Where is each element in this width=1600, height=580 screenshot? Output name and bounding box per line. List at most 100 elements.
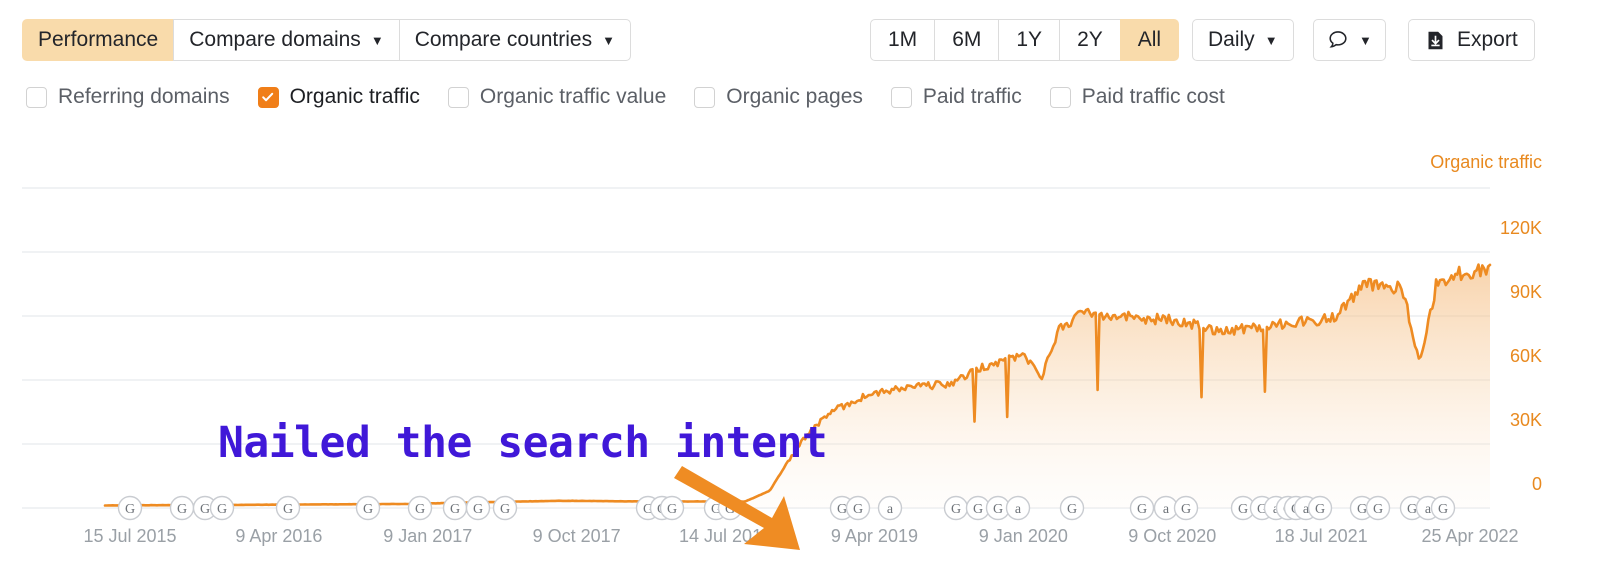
metric-organic-traffic-value[interactable]: Organic traffic value [447, 85, 667, 109]
y-tick-label: 120K [1499, 218, 1542, 238]
algorithm-update-marker[interactable]: G [209, 495, 235, 521]
metric-label: Organic traffic value [479, 85, 667, 108]
tab-compare-countries[interactable]: Compare countries ▼ [398, 19, 631, 61]
algorithm-update-marker[interactable]: a [877, 495, 903, 521]
svg-text:G: G [1181, 502, 1191, 517]
top-toolbar: Performance Compare domains ▼ Compare co… [0, 0, 1600, 76]
algorithm-update-marker[interactable]: G [1307, 495, 1333, 521]
x-tick-label: 9 Jan 2017 [383, 526, 473, 546]
tab-compare-countries-label: Compare countries [414, 28, 593, 51]
algorithm-update-marker[interactable]: G [845, 495, 871, 521]
checkbox-referring-domains[interactable] [26, 86, 47, 108]
svg-text:G: G [853, 502, 863, 517]
granularity-label: Daily [1208, 28, 1255, 51]
range-all-label: All [1137, 28, 1162, 51]
svg-text:G: G [1067, 502, 1077, 517]
range-6m[interactable]: 6M [934, 19, 1000, 61]
algorithm-update-marker[interactable]: G [1059, 495, 1085, 521]
svg-text:G: G [415, 502, 425, 517]
tab-performance[interactable]: Performance [22, 19, 175, 61]
svg-text:a: a [1163, 502, 1170, 517]
checkbox-organic-traffic[interactable] [257, 86, 279, 108]
annotations-button[interactable]: ▼ [1313, 19, 1386, 61]
metric-paid-traffic[interactable]: Paid traffic [890, 85, 1022, 109]
granularity-dropdown: Daily ▼ [1192, 19, 1294, 61]
algorithm-update-marker[interactable]: G [1430, 495, 1456, 521]
svg-text:G: G [177, 502, 187, 517]
algorithm-update-marker[interactable]: G [1129, 495, 1155, 521]
range-1y[interactable]: 1Y [998, 19, 1061, 61]
svg-text:G: G [500, 502, 510, 517]
checkbox-organic-pages[interactable] [694, 86, 716, 108]
metric-organic-pages[interactable]: Organic pages [694, 85, 863, 109]
algorithm-update-marker[interactable]: G [117, 495, 143, 521]
tab-compare-domains[interactable]: Compare domains ▼ [173, 19, 400, 61]
svg-text:G: G [450, 502, 460, 517]
algorithm-update-marker[interactable]: G [355, 495, 381, 521]
y-tick-label: 30K [1509, 410, 1542, 430]
svg-text:G: G [1137, 502, 1147, 517]
metric-label: Paid traffic cost [1081, 85, 1225, 108]
svg-text:G: G [951, 502, 961, 517]
metric-organic-traffic[interactable]: Organic traffic [257, 85, 420, 109]
svg-text:G: G [363, 502, 373, 517]
svg-text:G: G [473, 502, 483, 517]
svg-text:G: G [1373, 502, 1383, 517]
metric-paid-traffic-cost[interactable]: Paid traffic cost [1049, 85, 1225, 109]
date-range-group: 1M 6M 1Y 2Y All [870, 19, 1180, 61]
export-button[interactable]: Export [1408, 19, 1535, 61]
range-1m[interactable]: 1M [870, 19, 936, 61]
chevron-down-icon: ▼ [602, 32, 615, 48]
range-2y[interactable]: 2Y [1059, 19, 1121, 61]
algorithm-update-marker[interactable]: G [492, 495, 518, 521]
svg-text:a: a [1425, 502, 1432, 517]
chevron-down-icon: ▼ [1359, 32, 1372, 48]
checkbox-paid-traffic[interactable] [890, 86, 912, 108]
metric-referring-domains[interactable]: Referring domains [26, 85, 230, 109]
svg-text:G: G [283, 502, 293, 517]
x-tick-label: 9 Jan 2020 [978, 526, 1068, 546]
y-tick-label: 90K [1509, 282, 1542, 302]
checkbox-paid-traffic-cost[interactable] [1049, 86, 1071, 108]
algorithm-update-marker[interactable]: G [407, 495, 433, 521]
svg-text:G: G [993, 502, 1003, 517]
algorithm-update-marker[interactable]: G [943, 495, 969, 521]
download-icon [1425, 30, 1446, 51]
svg-text:a: a [1015, 502, 1022, 517]
granularity-button[interactable]: Daily ▼ [1192, 19, 1294, 61]
annotation-arrow-icon [674, 466, 800, 550]
tab-compare-domains-label: Compare domains [189, 28, 361, 51]
chevron-down-icon: ▼ [1264, 32, 1278, 48]
y-tick-label: 60K [1509, 346, 1542, 366]
algorithm-update-marker[interactable]: G [442, 495, 468, 521]
algorithm-update-marker[interactable]: G [1173, 495, 1199, 521]
svg-text:G: G [837, 502, 847, 517]
svg-text:G: G [973, 502, 983, 517]
range-all[interactable]: All [1119, 19, 1180, 61]
range-6m-label: 6M [952, 28, 982, 51]
algorithm-update-marker[interactable]: G [275, 495, 301, 521]
export-label: Export [1457, 28, 1518, 51]
svg-text:G: G [1315, 502, 1325, 517]
organic-traffic-chart: Organic traffic GGGGGGGGGGGGGGGGGaGGGaGG… [0, 128, 1600, 580]
svg-text:a: a [887, 502, 894, 517]
algorithm-update-marker[interactable]: G [1365, 495, 1391, 521]
range-1y-label: 1Y [1016, 28, 1043, 51]
export-group: Export [1408, 19, 1535, 61]
algorithm-update-marker[interactable]: G [169, 495, 195, 521]
svg-text:G: G [1407, 502, 1417, 517]
checkbox-organic-traffic-value[interactable] [447, 86, 469, 108]
algorithm-update-marker[interactable]: G [465, 495, 491, 521]
svg-text:G: G [1438, 502, 1448, 517]
x-tick-label: 15 Jul 2015 [83, 526, 177, 546]
view-tab-group: Performance Compare domains ▼ Compare co… [22, 19, 631, 61]
algorithm-update-marker[interactable]: a [1005, 495, 1031, 521]
annotations-dropdown: ▼ [1313, 19, 1386, 61]
metric-label: Organic pages [726, 85, 863, 108]
chevron-down-icon: ▼ [370, 32, 384, 48]
svg-text:G: G [1357, 502, 1367, 517]
x-tick-label: 9 Apr 2019 [830, 526, 918, 546]
svg-text:G: G [125, 502, 135, 517]
range-2y-label: 2Y [1077, 28, 1103, 51]
x-tick-label: 9 Oct 2020 [1128, 526, 1217, 546]
